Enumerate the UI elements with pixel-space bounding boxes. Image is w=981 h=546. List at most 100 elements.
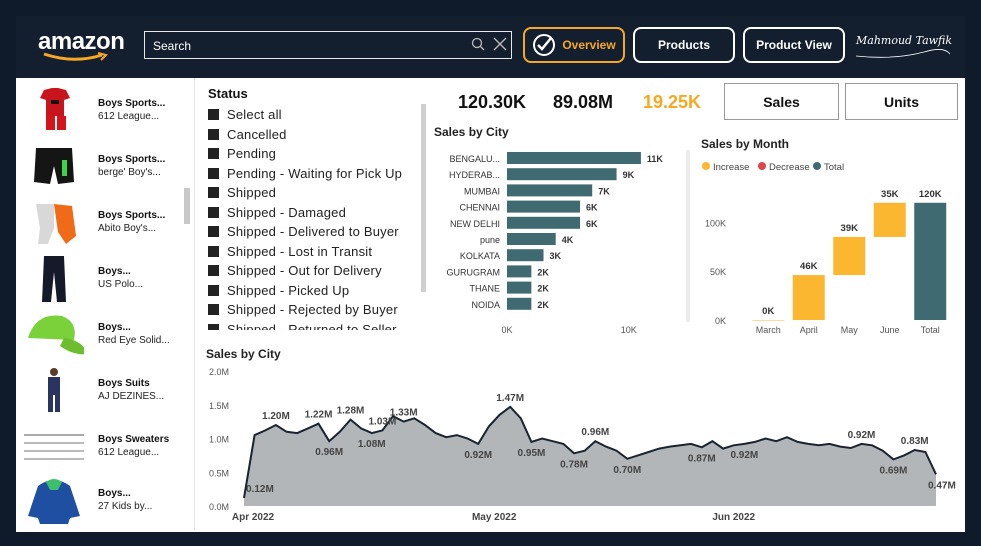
list-item[interactable]: Boys Sports... 612 League... [16,86,195,141]
checkbox-icon[interactable] [208,245,219,257]
product-view-label: Product View [756,38,832,52]
status-option[interactable]: Pending [208,144,423,164]
area-data-label: 1.47M [496,393,524,404]
bar-data-label: 46K [800,261,818,272]
area-data-label: 0.69M [880,465,908,476]
status-option[interactable]: Pending - Waiting for Pick Up [208,164,423,184]
checkbox-icon[interactable] [208,323,219,330]
area-data-label: 0.96M [315,447,343,458]
list-item[interactable]: Boys Sports... berge' Boy's... [16,142,195,197]
checkbox-icon[interactable] [208,128,219,140]
product-view-button[interactable]: Product View [743,27,845,63]
checkbox-icon[interactable] [208,206,219,218]
status-option[interactable]: Cancelled [208,125,423,145]
area-data-label: 1.22M [305,410,333,421]
status-option[interactable]: Shipped - Delivered to Buyer [208,222,423,242]
bar-category-label: GURUGRAM [447,267,501,277]
legend-marker [813,162,821,170]
bar-category-label: NEW DELHI [450,219,500,229]
status-option-label: Shipped - Damaged [227,204,347,220]
status-option-label: Shipped - Delivered to Buyer [227,224,399,240]
x-tick-label: Jun 2022 [712,512,755,523]
increase-bar [752,320,785,321]
product-brand: Abito Boy's... [98,223,157,234]
bar-data-label: 2K [537,267,549,277]
status-option[interactable]: Shipped - Rejected by Buyer [208,300,423,320]
product-brand: 612 League... [98,447,160,458]
bar-data-label: 0K [762,306,774,317]
x-tick-label: 10K [621,325,637,335]
bar-data-label: 2K [537,300,549,310]
list-item[interactable]: Boys... 27 Kids by... [16,476,195,531]
status-title: Status [208,86,248,101]
list-item[interactable]: Boys Sweaters 612 League... [16,422,195,477]
product-brand: Red Eye Solid... [98,335,170,346]
checkbox-icon[interactable] [208,109,219,121]
list-item[interactable]: Boys... Red Eye Solid... [16,310,195,365]
area-data-label: 0.92M [848,430,876,441]
bar-data-label: 6K [586,203,598,213]
overview-button[interactable]: Overview [523,27,625,63]
list-item[interactable]: Boys Suits AJ DEZINES... [16,366,195,421]
product-title: Boys Suits [98,378,150,389]
bar [507,168,617,181]
jacket-image [28,479,80,524]
checkbox-icon[interactable] [208,265,219,277]
status-option[interactable]: Shipped - Out for Delivery [208,261,423,281]
y-tick-label: 100K [705,218,726,228]
status-option[interactable]: Select all [208,105,423,125]
product-title: Boys Sports... [98,98,166,109]
status-option[interactable]: Shipped [208,183,423,203]
checkbox-icon[interactable] [208,167,219,179]
bar [507,249,544,262]
search-icon[interactable] [471,37,485,51]
bar-data-label: 3K [550,251,562,261]
x-tick-label: May [841,325,859,335]
legend-label: Total [824,162,844,173]
area-data-label: 1.33M [390,408,418,419]
y-tick-label: 0K [715,316,726,326]
cap-image [28,315,84,355]
status-scrollbar[interactable] [421,104,426,292]
clear-icon[interactable] [493,37,507,51]
checkbox-icon[interactable] [208,284,219,296]
shorts-image [34,148,74,184]
product-title: Boys Sweaters [98,434,170,445]
bar-data-label: 39K [841,223,859,234]
sales-toggle-button[interactable]: Sales [724,83,839,120]
status-option[interactable]: Shipped - Damaged [208,203,423,223]
list-item[interactable]: Boys... US Polo... [16,254,195,309]
status-option-label: Shipped - Out for Delivery [227,263,382,279]
overview-label: Overview [562,38,616,52]
y-tick-label: 0.0M [209,502,229,512]
status-option[interactable]: Shipped - Lost in Transit [208,242,423,262]
x-tick-label: June [880,325,900,335]
bar-category-label: MUMBAI [464,186,500,196]
checkbox-icon[interactable] [208,187,219,199]
status-option[interactable]: Shipped - Picked Up [208,281,423,301]
product-list-scrollbar[interactable] [184,188,190,224]
product-title: Boys... [98,266,131,277]
x-tick-label: Apr 2022 [232,512,275,523]
search-placeholder: Search [153,39,192,53]
status-option[interactable]: Shipped - Returned to Seller [208,320,423,330]
bar-data-label: 7K [598,186,610,196]
checkbox-icon[interactable] [208,304,219,316]
status-option-label: Cancelled [227,126,287,142]
products-button[interactable]: Products [633,27,735,63]
units-toggle-button[interactable]: Units [845,83,958,120]
status-option-label: Shipped - Returned to Seller [227,321,397,330]
list-item[interactable]: Boys Sports... Abito Boy's... [16,198,195,253]
product-brand: 27 Kids by... [98,501,153,512]
status-option-label: Shipped - Picked Up [227,282,350,298]
search-box[interactable]: Search [144,31,512,59]
bar [507,200,581,213]
checkbox-icon[interactable] [208,226,219,238]
checkbox-icon[interactable] [208,148,219,160]
bar [507,233,556,245]
bar [507,281,532,294]
trackpants-image [36,204,76,244]
top-bar: amazon Search Overview Products Product … [16,16,965,78]
amazon-smile-icon [43,52,108,61]
bar-data-label: 35K [881,189,899,200]
